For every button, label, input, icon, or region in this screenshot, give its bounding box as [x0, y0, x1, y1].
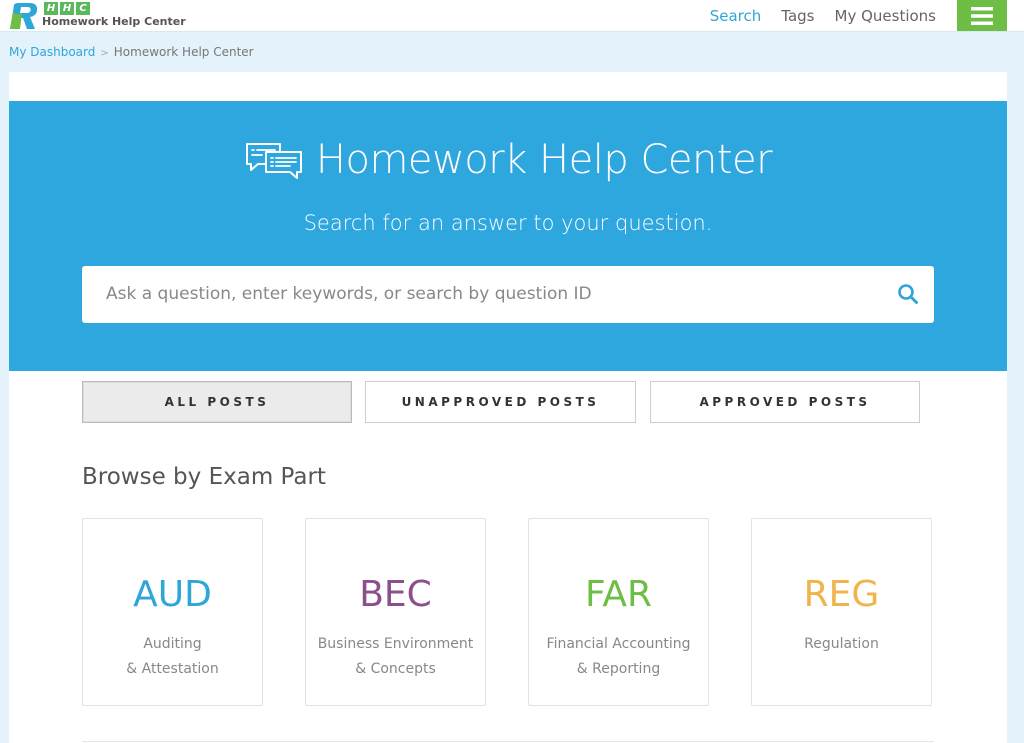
main-nav: Search Tags My Questions — [710, 0, 936, 32]
nav-tags-link[interactable]: Tags — [781, 0, 814, 32]
section-divider — [82, 741, 934, 742]
menu-button[interactable] — [957, 0, 1007, 31]
search-icon — [898, 284, 918, 304]
browse-section-title: Browse by Exam Part — [82, 464, 326, 490]
exam-card-code: BEC — [359, 574, 432, 615]
exam-card-code: AUD — [133, 574, 212, 615]
breadcrumb-separator: > — [100, 48, 109, 59]
hero-title-row: Homework Help Center — [0, 134, 1016, 186]
exam-card-bec[interactable]: BEC Business Environment & Concepts — [305, 518, 486, 706]
exam-card-desc-line: & Concepts — [355, 661, 436, 677]
exam-card-desc-line: Regulation — [804, 636, 879, 652]
exam-card-reg[interactable]: REG Regulation — [751, 518, 932, 706]
nav-search-link[interactable]: Search — [710, 0, 762, 32]
filter-unapproved-posts-button[interactable]: UNAPPROVED POSTS — [365, 381, 636, 423]
exam-card-desc-line: Financial Accounting — [546, 636, 691, 652]
exam-card-far[interactable]: FAR Financial Accounting & Reporting — [528, 518, 709, 706]
exam-card-desc-line: & Reporting — [576, 661, 661, 677]
hero-subtitle: Search for an answer to your question. — [303, 211, 713, 235]
search-bar — [82, 266, 934, 323]
exam-card-description: Regulation — [752, 632, 931, 657]
search-button[interactable] — [896, 283, 920, 307]
exam-card-desc-line: Business Environment — [317, 636, 474, 652]
chat-bubbles-icon — [245, 143, 302, 179]
exam-card-description: Auditing & Attestation — [83, 632, 262, 682]
logo-abbr: H H C — [44, 2, 90, 15]
exam-card-description: Business Environment & Concepts — [306, 632, 485, 682]
logo-mark-icon — [10, 3, 38, 29]
logo-letter: C — [76, 2, 90, 15]
exam-card-aud[interactable]: AUD Auditing & Attestation — [82, 518, 263, 706]
breadcrumb: My Dashboard > Homework Help Center — [9, 44, 254, 62]
exam-card-code: FAR — [584, 574, 653, 615]
exam-card-code: REG — [803, 574, 880, 615]
breadcrumb-dashboard-link[interactable]: My Dashboard — [9, 45, 95, 59]
page-title: Homework Help Center — [315, 137, 773, 183]
filter-all-posts-button[interactable]: ALL POSTS — [82, 381, 352, 423]
logo-name: Homework Help Center — [42, 15, 186, 28]
logo-letter: H — [60, 2, 74, 15]
site-logo[interactable]: H H C Homework Help Center — [8, 2, 186, 30]
exam-card-description: Financial Accounting & Reporting — [529, 632, 708, 682]
nav-my-questions-link[interactable]: My Questions — [835, 0, 937, 32]
search-input[interactable] — [106, 266, 886, 323]
hamburger-icon — [971, 6, 993, 25]
exam-card-desc-line: Auditing — [143, 636, 202, 652]
filter-approved-posts-button[interactable]: APPROVED POSTS — [650, 381, 920, 423]
logo-letter: H — [44, 2, 58, 15]
top-navbar: H H C Homework Help Center Search Tags M… — [0, 0, 1024, 32]
exam-card-desc-line: & Attestation — [126, 661, 219, 677]
breadcrumb-current: Homework Help Center — [113, 45, 254, 59]
